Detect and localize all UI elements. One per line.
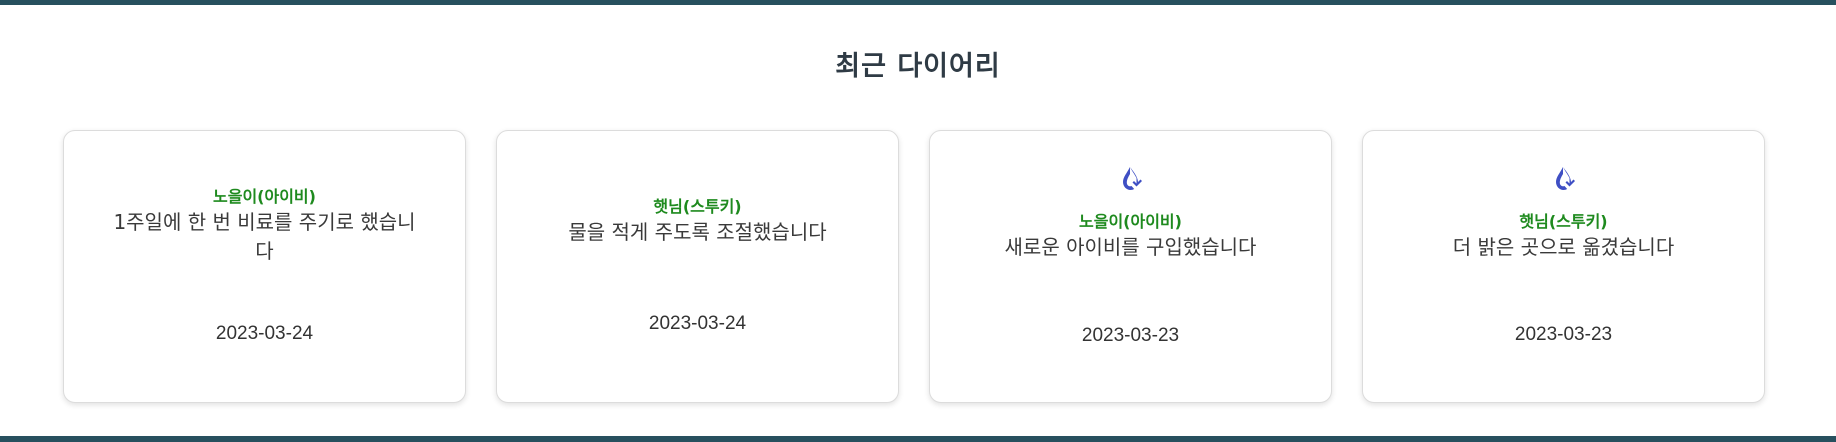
diary-text: 새로운 아이비를 구입했습니다 bbox=[1004, 235, 1257, 259]
plant-name: 노을이(아이비) bbox=[213, 187, 316, 206]
plant-name: 햇님(스투키) bbox=[653, 197, 742, 216]
water-drop-icon bbox=[930, 165, 1331, 199]
section-title: 최근 다이어리 bbox=[835, 51, 1001, 82]
plant-name: 햇님(스투키) bbox=[1519, 212, 1608, 231]
diary-text: 더 밝은 곳으로 옮겼습니다 bbox=[1452, 235, 1675, 259]
diary-card[interactable]: 햇님(스투키) 더 밝은 곳으로 옮겼습니다 2023-03-23 bbox=[1362, 130, 1765, 403]
top-divider bbox=[0, 0, 1836, 5]
diary-card[interactable]: 햇님(스투키) 물을 적게 주도록 조절했습니다 2023-03-24 bbox=[496, 130, 899, 403]
diary-card[interactable]: 노을이(아이비) 새로운 아이비를 구입했습니다 2023-03-23 bbox=[929, 130, 1332, 403]
diary-date: 2023-03-24 bbox=[648, 313, 747, 334]
diary-date: 2023-03-23 bbox=[1081, 325, 1180, 346]
diary-date: 2023-03-23 bbox=[1514, 324, 1613, 345]
bottom-divider bbox=[0, 436, 1836, 442]
diary-date: 2023-03-24 bbox=[215, 323, 314, 344]
diary-card[interactable]: 노을이(아이비) 1주일에 한 번 비료를 주기로 했습니다 2023-03-2… bbox=[63, 130, 466, 403]
diary-text: 물을 적게 주도록 조절했습니다 bbox=[568, 220, 827, 244]
plant-name: 노을이(아이비) bbox=[1079, 212, 1182, 231]
water-drop-icon bbox=[1363, 165, 1764, 199]
diary-text: 1주일에 한 번 비료를 주기로 했습니다 bbox=[113, 210, 416, 263]
